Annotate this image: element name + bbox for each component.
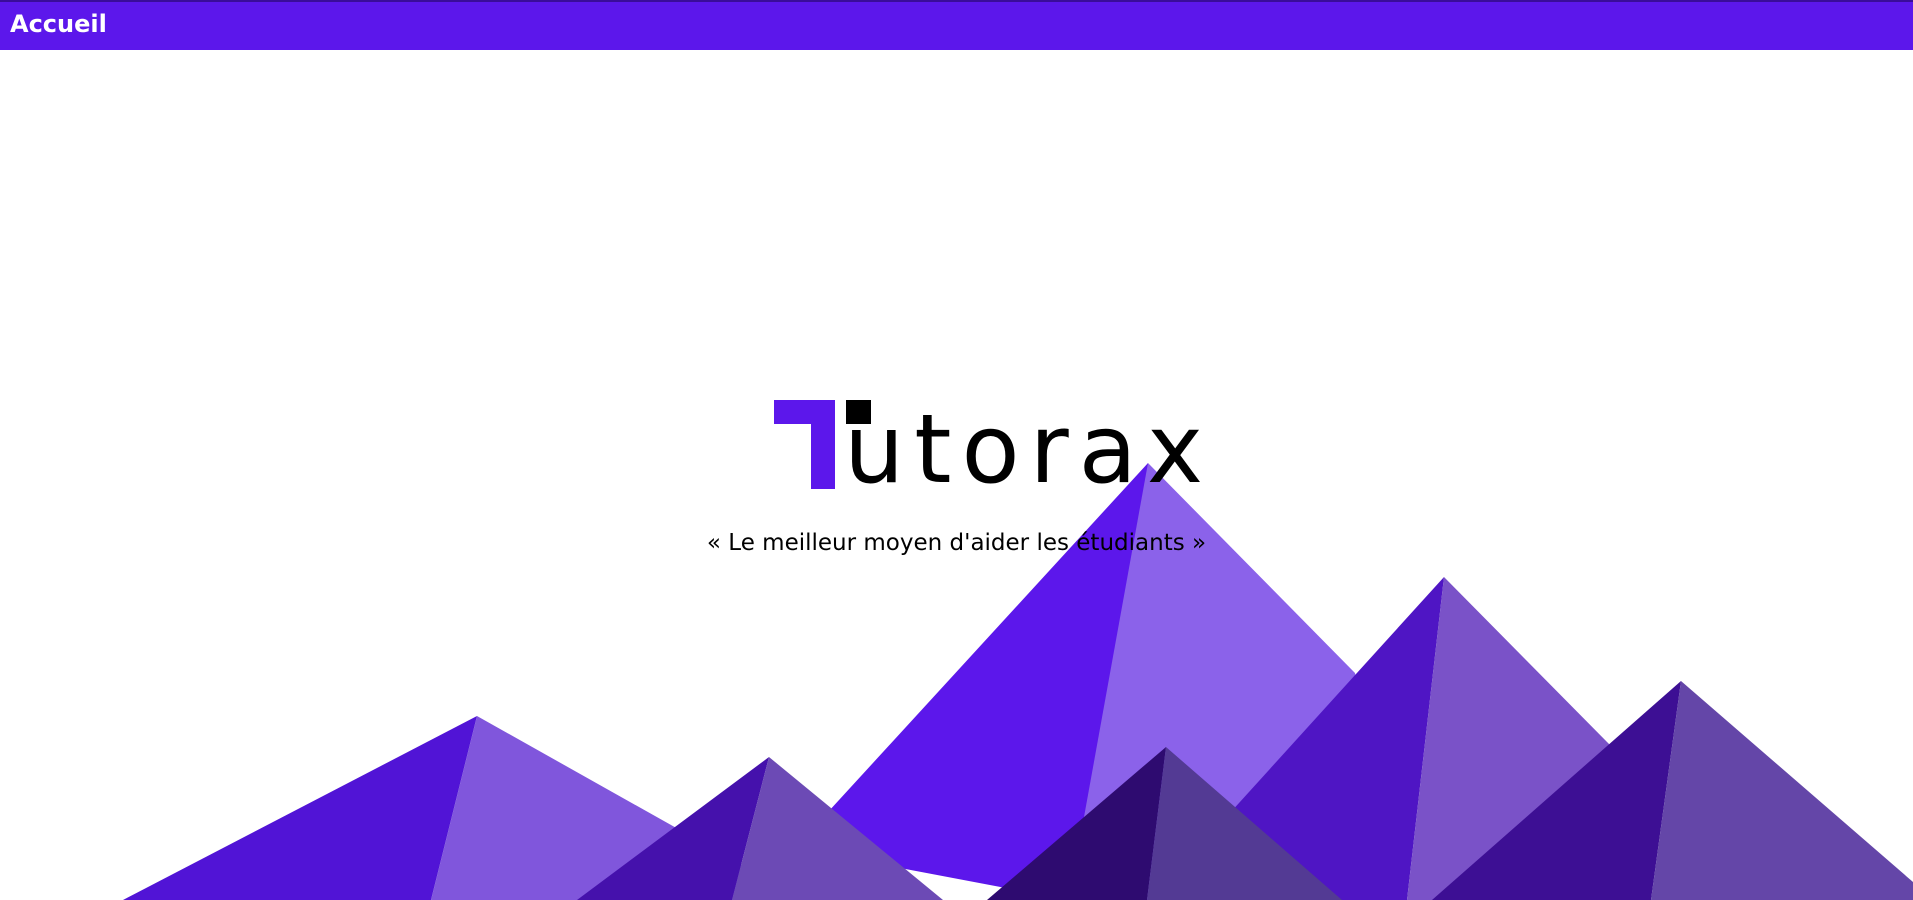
tagline: « Le meilleur moyen d'aider les étudiant… [706, 530, 1207, 556]
mountain-far-right-right-face [1651, 681, 1913, 900]
mountain-left-left-face [123, 716, 477, 900]
tutorax-logo: utorax [774, 398, 1203, 498]
logo-wordmark: utorax [844, 395, 1214, 505]
logo-t-stem-shape [811, 400, 835, 489]
